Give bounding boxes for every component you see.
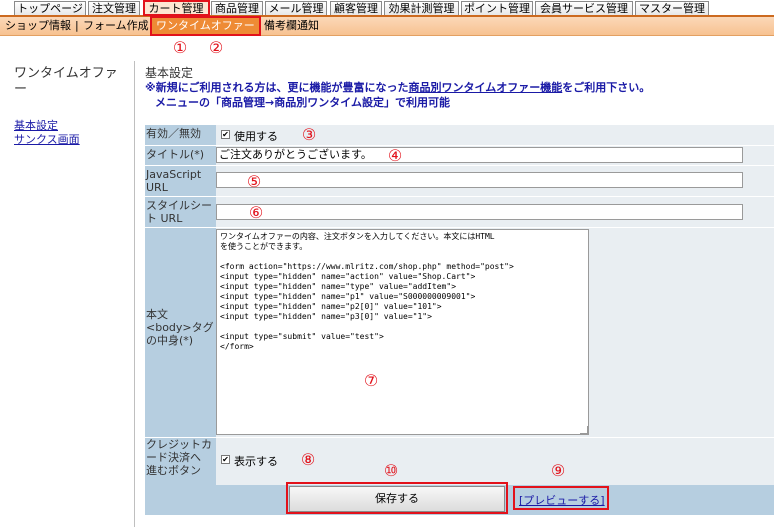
sub-nav-remarks-notice[interactable]: 備考欄通知 [264, 17, 319, 35]
sub-nav-form-create[interactable]: フォーム作成 [83, 17, 149, 35]
label-credit-line2: ード決済へ [146, 451, 201, 464]
body-html-textarea[interactable]: ワンタイムオファーの内容、注文ボタンを入力してください。本文にはHTML を使う… [216, 229, 589, 435]
tab-top-page[interactable]: トップページ [14, 1, 86, 16]
sub-nav-shop-info[interactable]: ショップ情報 [5, 17, 71, 35]
credit-option-label: 表示する [234, 455, 278, 468]
notice-suffix: をご利用下さい。 [562, 81, 651, 94]
annotation-4: ④ [387, 146, 403, 165]
annotation-10: ⑩ [383, 461, 399, 480]
row-divider [145, 437, 774, 438]
sidebar-link-thanks-page[interactable]: サンクス画面 [14, 131, 80, 147]
annotation-9: ⑨ [550, 461, 566, 480]
tab-order-management[interactable]: 注文管理 [88, 1, 140, 16]
tab-point-management[interactable]: ポイント管理 [461, 1, 533, 16]
row-divider [145, 227, 774, 228]
row-divider [145, 165, 774, 166]
notice-line-1: ※新規にご利用される方は、更に機能が豊富になった商品別ワンタイムオファー機能をご… [145, 79, 650, 95]
annotation-2: ② [208, 38, 224, 57]
label-body-line3: の中身(*) [146, 334, 194, 347]
tab-product-management[interactable]: 商品管理 [211, 1, 263, 16]
sidebar-divider [134, 61, 135, 527]
tab-cart-management[interactable]: カート管理 [143, 1, 209, 16]
label-css-line1: スタイルシー [146, 199, 212, 212]
label-credit-line3: 進むボタン [146, 464, 201, 477]
row-divider [145, 145, 774, 146]
tab-master-management[interactable]: マスター管理 [635, 1, 709, 16]
tab-member-service[interactable]: 会員サービス管理 [535, 1, 633, 16]
label-body-line2: <body>タグ [146, 321, 214, 334]
label-stylesheet-url: スタイルシー ト URL [145, 197, 216, 227]
annotation-6: ⑥ [248, 203, 264, 222]
annotation-8: ⑧ [300, 450, 316, 469]
sub-nav-one-time-offer[interactable]: ワンタイムオファー [152, 17, 259, 35]
sub-nav-separator: | [75, 19, 79, 32]
credit-checkbox[interactable]: ✔ [221, 455, 230, 464]
preview-link[interactable]: [プレビューする] [519, 492, 605, 508]
enabled-option-label: 使用する [234, 130, 278, 143]
label-javascript-url: JavaScript URL [145, 166, 216, 196]
label-credit-button: クレジットカ ード決済へ 進むボタン [145, 438, 216, 485]
annotation-5: ⑤ [246, 172, 262, 191]
label-body-line1: 本文 [146, 308, 168, 321]
tab-customer-management[interactable]: 顧客管理 [330, 1, 382, 16]
notice-prefix: ※新規にご利用される方は、更に機能が豊富になった [145, 81, 409, 94]
annotation-3: ③ [301, 125, 317, 144]
enabled-checkbox[interactable]: ✔ [221, 130, 230, 139]
label-title: タイトル(*) [145, 146, 216, 165]
stylesheet-url-input[interactable] [216, 204, 743, 220]
notice-line-2: メニューの「商品管理→商品別ワンタイム設定」で利用可能 [155, 96, 450, 109]
resize-handle-icon[interactable] [580, 426, 588, 434]
sidebar-title: ワンタイムオファー [14, 66, 118, 97]
annotation-7: ⑦ [363, 371, 379, 390]
label-js-line1: JavaScript [146, 168, 202, 181]
label-js-line2: URL [146, 181, 168, 194]
tab-mail-management[interactable]: メール管理 [265, 1, 327, 16]
tab-effect-measurement[interactable]: 効果計測管理 [384, 1, 459, 16]
row-divider [145, 196, 774, 197]
label-css-line2: ト URL [146, 212, 183, 225]
annotation-1: ① [172, 38, 188, 57]
label-body-content: 本文 <body>タグ の中身(*) [145, 228, 216, 437]
save-button[interactable]: 保存する [289, 486, 505, 512]
title-input[interactable]: ご注文ありがとうございます。 [216, 147, 743, 163]
javascript-url-input[interactable] [216, 172, 743, 188]
notice-link-product-offer[interactable]: 商品別ワンタイムオファー機能 [408, 81, 562, 94]
label-enabled: 有効／無効 [145, 125, 216, 145]
label-credit-line1: クレジットカ [146, 438, 212, 451]
